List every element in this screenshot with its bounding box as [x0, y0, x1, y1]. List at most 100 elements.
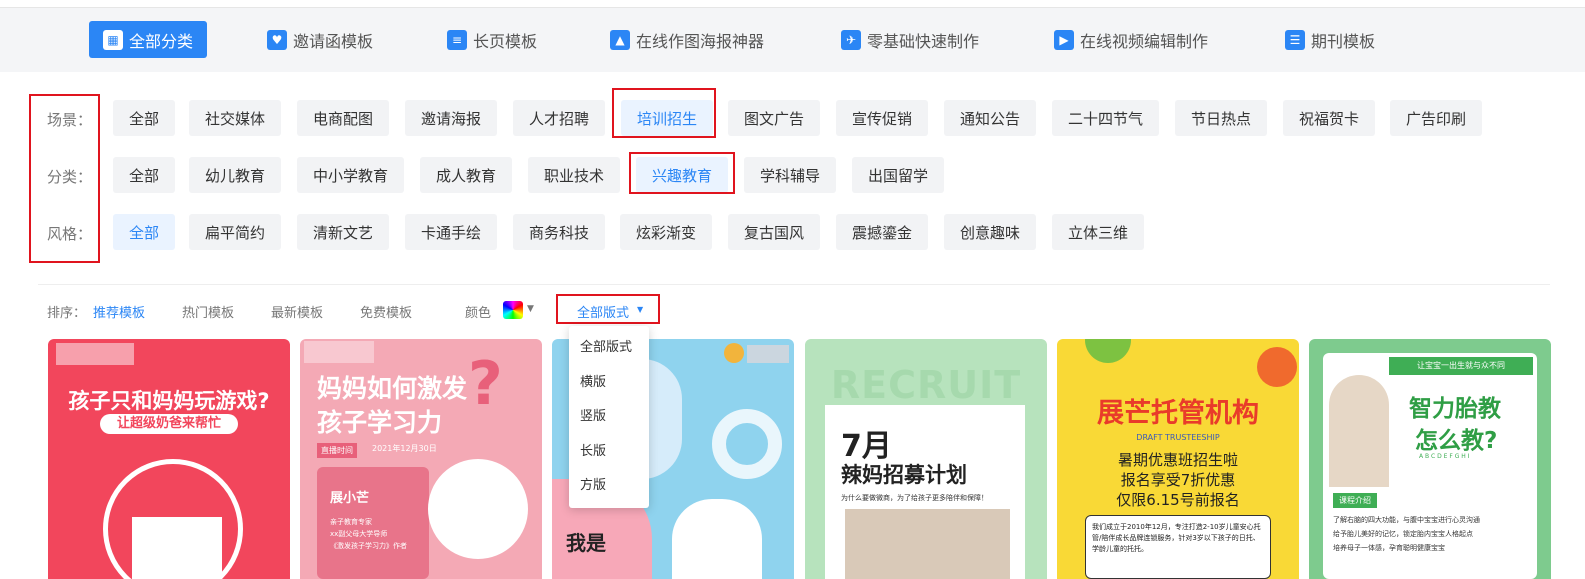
category-chip[interactable]: 出国留学 — [852, 157, 945, 193]
layout-dropdown-menu: 全部版式 横版 竖版 长版 方版 — [569, 326, 649, 508]
style-chip-selected[interactable]: 全部 — [113, 214, 176, 250]
template-card[interactable]: 展芒托管机构 DRAFT TRUSTEESHIP 暑期优惠班招生啦 报名享受7折… — [1057, 339, 1299, 579]
blurred-badge — [56, 343, 134, 365]
scene-chip[interactable]: 图文广告 — [728, 100, 821, 136]
style-chip[interactable]: 立体三维 — [1052, 214, 1145, 250]
card-line: 报名享受7折优惠 — [1120, 471, 1236, 489]
category-chip[interactable]: 中小学教育 — [297, 157, 405, 193]
top-strip — [0, 0, 1585, 8]
scene-chip[interactable]: 通知公告 — [944, 100, 1037, 136]
grid-icon: ▦ — [103, 29, 123, 50]
abc-text: A B C D E F G H I — [1419, 453, 1470, 460]
dropdown-item-portrait[interactable]: 竖版 — [580, 405, 606, 424]
highlight-category-box — [629, 152, 735, 194]
list-icon: ☰ — [1285, 29, 1305, 50]
color-caret-icon[interactable]: ▼ — [527, 304, 534, 314]
dropdown-item-square[interactable]: 方版 — [580, 474, 606, 493]
sort-free[interactable]: 免费模板 — [360, 302, 412, 321]
ring-shape — [712, 409, 782, 479]
background-text: RECRUIT — [830, 363, 1022, 407]
live-tag: 直播时间 — [317, 443, 357, 458]
template-card[interactable]: RECRUIT 7月 辣妈招募计划 为什么要做微商，为了给孩子更多陪伴和保障！ — [805, 339, 1047, 579]
style-chip[interactable]: 扁平简约 — [189, 214, 282, 250]
bullet: 《激发孩子学习力》作者 — [330, 542, 407, 550]
color-picker-swatch[interactable] — [503, 301, 523, 319]
dropdown-item-landscape[interactable]: 横版 — [580, 371, 606, 390]
sort-recommended[interactable]: 推荐模板 — [93, 302, 145, 321]
style-chip[interactable]: 清新文艺 — [297, 214, 390, 250]
nav-item-quick[interactable]: ✈ 零基础快速制作 — [841, 21, 979, 58]
nav-item-journal[interactable]: ☰ 期刊模板 — [1285, 21, 1375, 58]
scene-chip[interactable]: 邀请海报 — [405, 100, 498, 136]
sort-hot[interactable]: 热门模板 — [182, 302, 234, 321]
card-title: 辣妈招募计划 — [841, 463, 967, 487]
sort-label: 排序： — [47, 306, 87, 321]
speaker-name: 展小芒 — [330, 491, 370, 506]
dropdown-item-long[interactable]: 长版 — [580, 440, 606, 459]
bullet: 了解右脑的四大功能，与腹中宝宝进行心灵沟通 — [1333, 516, 1480, 524]
style-chip[interactable]: 创意趣味 — [944, 214, 1037, 250]
layout-select[interactable]: 全部版式 — [577, 302, 629, 321]
card-title-2: 怎么教? — [1415, 428, 1498, 454]
card-subtitle-en: DRAFT TRUSTEESHIP — [1136, 433, 1220, 442]
style-chip[interactable]: 商务科技 — [513, 214, 606, 250]
scene-chip[interactable]: 广告印刷 — [1390, 100, 1483, 136]
category-chip[interactable]: 职业技术 — [528, 157, 621, 193]
chevron-down-icon[interactable]: ▼ — [637, 305, 643, 314]
nav-label: 期刊模板 — [1311, 31, 1376, 51]
scene-chip[interactable]: 祝福贺卡 — [1283, 100, 1376, 136]
scene-chip[interactable]: 电商配图 — [297, 100, 390, 136]
scene-row: 场景： 全部 社交媒体 电商配图 邀请海报 人才招聘 培训招生 图文广告 宣传促… — [0, 100, 1585, 138]
category-row: 分类： 全部 幼儿教育 中小学教育 成人教育 职业技术 兴趣教育 学科辅导 出国… — [0, 157, 1585, 195]
card-title: 孩子只和妈妈玩游戏? — [68, 389, 270, 413]
sort-bar: 排序： 推荐模板 热门模板 最新模板 免费模板 颜色 ▼ 全部版式 ▼ — [0, 298, 1585, 324]
style-chip[interactable]: 卡通手绘 — [405, 214, 498, 250]
scene-chip[interactable]: 二十四节气 — [1052, 100, 1160, 136]
template-card[interactable]: 让宝宝一出生就与众不同 智力胎教 怎么教? A B C D E F G H I … — [1309, 339, 1551, 579]
orange-circle — [1257, 347, 1297, 387]
style-chip[interactable]: 震撼鎏金 — [836, 214, 929, 250]
nav-item-longpage[interactable]: ≡ 长页模板 — [447, 21, 537, 58]
nav-label: 全部分类 — [129, 31, 194, 51]
style-chip[interactable]: 复古国风 — [728, 214, 821, 250]
card-title: 智力胎教 — [1409, 396, 1501, 422]
scene-chip[interactable]: 社交媒体 — [189, 100, 282, 136]
nav-label: 长页模板 — [473, 31, 538, 51]
film-icon: ▶ — [1054, 29, 1074, 50]
nav-item-invitation[interactable]: ♥ 邀请函模板 — [267, 21, 373, 58]
category-chip[interactable]: 全部 — [113, 157, 176, 193]
scene-chip[interactable]: 全部 — [113, 100, 176, 136]
card-body: 我们成立于2010年12月，专注打造2-10岁儿童安心托管/陪伴成长品牌连锁服务… — [1085, 515, 1271, 579]
card-title: 展芒托管机构 — [1097, 398, 1259, 429]
card-title: 我是 — [566, 531, 606, 555]
category-chip[interactable]: 幼儿教育 — [189, 157, 282, 193]
nav-item-video[interactable]: ▶ 在线视频编辑制作 — [1054, 21, 1208, 58]
card-line: 仅限6.15号前报名 — [1116, 491, 1240, 509]
dropdown-item-all[interactable]: 全部版式 — [580, 336, 632, 355]
nav-label: 在线作图海报神器 — [636, 31, 765, 51]
category-chip[interactable]: 成人教育 — [420, 157, 513, 193]
nav-label: 零基础快速制作 — [867, 31, 980, 51]
image-icon: ▲ — [610, 29, 630, 50]
category-chip[interactable]: 学科辅导 — [744, 157, 837, 193]
nav-item-all[interactable]: ▦ 全部分类 — [89, 21, 208, 58]
blurred-badge — [747, 345, 789, 363]
sort-newest[interactable]: 最新模板 — [271, 302, 323, 321]
scene-chip[interactable]: 人才招聘 — [513, 100, 606, 136]
blurred-badge — [304, 341, 374, 363]
style-chip[interactable]: 炫彩渐变 — [620, 214, 713, 250]
card-subtitle: 为什么要做微商，为了给孩子更多陪伴和保障！ — [841, 494, 988, 502]
nav-label: 在线视频编辑制作 — [1080, 31, 1209, 51]
nav-item-poster[interactable]: ▲ 在线作图海报神器 — [610, 21, 764, 58]
rocket-icon: ✈ — [841, 29, 861, 50]
scene-chip[interactable]: 节日热点 — [1175, 100, 1268, 136]
mother-photo — [1329, 375, 1389, 503]
template-card[interactable]: 妈妈如何激发 孩子学习力 直播时间 2021年12月30日 展小芒 亲子教育专家… — [300, 339, 542, 579]
category-nav: ▦ 全部分类 ♥ 邀请函模板 ≡ 长页模板 ▲ 在线作图海报神器 ✈ 零基础快速… — [0, 8, 1585, 72]
scene-chip[interactable]: 宣传促销 — [836, 100, 929, 136]
top-banner: 让宝宝一出生就与众不同 — [1389, 357, 1533, 375]
avatar-icon — [724, 343, 744, 363]
live-date: 2021年12月30日 — [372, 444, 437, 453]
template-card[interactable]: 孩子只和妈妈玩游戏? 让超级奶爸来帮忙 — [48, 339, 290, 579]
question-mark-icon: ? — [468, 349, 503, 419]
